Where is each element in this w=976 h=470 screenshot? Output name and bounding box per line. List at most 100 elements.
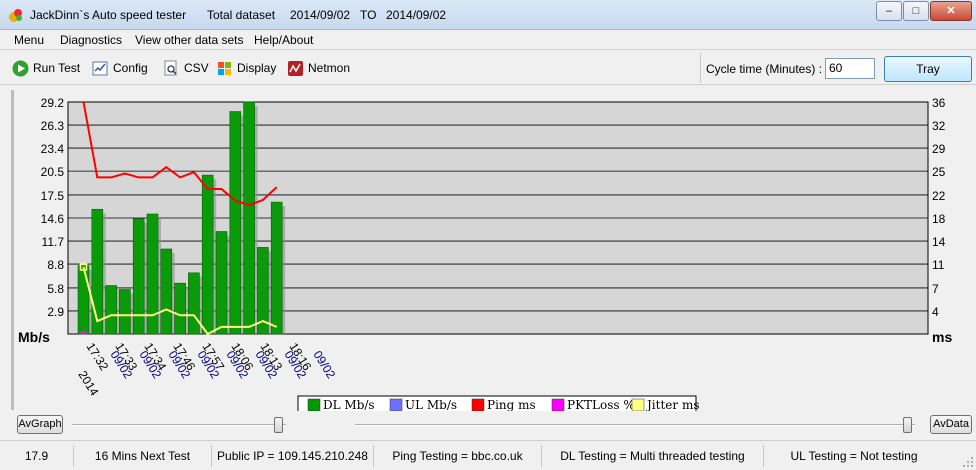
toolbar: Run Test Config CSV Display Netmon Cycle… [0, 51, 976, 85]
status-ul-testing: UL Testing = Not testing [790, 449, 918, 463]
cycle-time-label: Cycle time (Minutes) : [706, 62, 823, 76]
dl-bar [105, 285, 117, 335]
bottom-controls: AvGraph AvData [0, 413, 976, 437]
resize-grip-icon[interactable] [962, 456, 974, 468]
left-tick-label: 17.5 [41, 189, 65, 203]
netmon-label: Netmon [308, 61, 351, 75]
window-title-app: JackDinn`s Auto speed tester [30, 8, 187, 22]
left-scroll-edge [11, 90, 14, 410]
menu-item-view-other-data-sets[interactable]: View other data sets [135, 33, 244, 47]
left-tick-label: 5.8 [47, 282, 64, 296]
legend-label: PKTLoss % [567, 398, 635, 411]
chart-legend: DL Mb/s UL Mb/s Ping ms PKTLoss % Jitter ms [297, 395, 699, 411]
status-dl-testing: DL Testing = Multi threaded testing [542, 445, 764, 467]
dl-bar [201, 174, 214, 335]
right-axis-unit: ms [932, 329, 952, 345]
right-tick-label: 7 [932, 282, 939, 296]
avdata-button[interactable]: AvData [930, 415, 972, 434]
right-tick-label: 36 [932, 96, 946, 110]
legend-label: DL Mb/s [323, 398, 375, 411]
legend-swatch [307, 398, 321, 411]
dl-bar [229, 111, 242, 335]
menu-item-menu[interactable]: Menu [14, 33, 44, 47]
legend-swatch [631, 398, 645, 411]
dl-bar [91, 208, 104, 335]
config-icon [92, 61, 108, 75]
display-label: Display [237, 61, 277, 75]
left-tick-label: 14.6 [41, 212, 65, 226]
left-tick-label: 8.8 [47, 258, 64, 272]
run-test-label: Run Test [33, 61, 81, 75]
right-slider-track[interactable] [355, 424, 915, 426]
netmon-icon [288, 60, 303, 76]
left-axis-unit: Mb/s [18, 329, 50, 345]
display-button[interactable]: Display [216, 58, 276, 78]
app-icon [9, 9, 22, 22]
netmon-button[interactable]: Netmon [287, 58, 350, 78]
menu-bar: Menu Diagnostics View other data sets He… [0, 30, 976, 50]
dl-bar [215, 231, 228, 335]
right-tick-label: 22 [932, 189, 946, 203]
left-tick-label: 11.7 [42, 235, 65, 249]
maximize-button[interactable]: □ [903, 1, 929, 21]
left-slider-thumb[interactable] [274, 417, 283, 433]
csv-search-icon [164, 60, 177, 75]
right-tick-label: 29 [932, 142, 946, 156]
status-public-ip: Public IP = 109.145.210.248 [212, 445, 374, 467]
play-icon [12, 60, 29, 76]
windows-flag-icon [218, 61, 231, 75]
x-axis-labels: 17:3209/0217:3309/0217:3409/0217:4609/02… [83, 340, 338, 381]
left-tick-label: 26.3 [41, 119, 65, 133]
chart-area: 29.2 26.3 23.4 20.5 17.5 14.6 11.7 8.8 5.8 2.9 36… [10, 88, 976, 411]
config-button[interactable]: Config [92, 58, 148, 78]
status-ping-testing: Ping Testing = bbc.co.uk [374, 445, 542, 467]
left-tick-label: 2.9 [47, 305, 64, 319]
dl-bar [77, 265, 90, 335]
right-tick-label: 4 [932, 305, 939, 319]
close-icon: ✕ [946, 5, 956, 17]
dl-bar [132, 218, 145, 335]
run-test-button[interactable]: Run Test [12, 58, 80, 78]
right-tick-label: 25 [932, 165, 946, 179]
dl-bar [270, 201, 283, 335]
minimize-button[interactable]: – [876, 1, 902, 21]
csv-label: CSV [184, 61, 209, 75]
left-slider-track[interactable] [72, 424, 286, 426]
menu-item-help-about[interactable]: Help/About [254, 33, 313, 47]
window-title-dataset: Total dataset [207, 8, 276, 22]
legend-swatch [389, 398, 403, 411]
right-tick-label: 11 [932, 258, 945, 272]
tray-button[interactable]: Tray [884, 56, 972, 82]
dl-bar [119, 289, 131, 335]
close-button[interactable]: ✕ [930, 1, 972, 21]
config-label: Config [113, 61, 148, 75]
right-tick-label: 14 [932, 235, 946, 249]
menu-item-diagnostics[interactable]: Diagnostics [60, 33, 122, 47]
status-bar: 17.9 16 Mins Next Test Public IP = 109.1… [0, 440, 976, 470]
speed-chart: 29.2 26.3 23.4 20.5 17.5 14.6 11.7 8.8 5.8 2.9 36… [10, 88, 976, 411]
right-tick-label: 18 [932, 212, 946, 226]
window-title-to-label: TO [360, 8, 377, 22]
legend-swatch [551, 398, 565, 411]
dl-bar [188, 272, 200, 335]
pktloss-point [80, 331, 87, 334]
avgraph-button[interactable]: AvGraph [17, 415, 63, 434]
legend-label: UL Mb/s [405, 398, 457, 411]
left-tick-label: 23.4 [41, 142, 65, 156]
cycle-time-input[interactable]: 60 [825, 58, 875, 79]
minimize-icon: – [885, 5, 893, 17]
dl-bar [243, 101, 255, 335]
dl-bar [174, 282, 186, 335]
csv-button[interactable]: CSV [163, 58, 209, 78]
window-title-from: 2014/09/02 [290, 8, 351, 22]
cycle-time-group: Cycle time (Minutes) : 60 [700, 53, 878, 83]
status-latest-dl: 17.9 [0, 445, 74, 467]
window-title-to: 2014/09/02 [386, 8, 447, 22]
left-tick-label: 20.5 [41, 165, 65, 179]
legend-label: Ping ms [487, 398, 536, 411]
right-slider-thumb[interactable] [903, 417, 912, 433]
legend-label: Jitter ms [645, 398, 699, 411]
status-next-test: 16 Mins Next Test [74, 445, 212, 467]
left-tick-label: 29.2 [41, 96, 65, 110]
title-bar: JackDinn`s Auto speed tester Total datas… [0, 0, 976, 30]
